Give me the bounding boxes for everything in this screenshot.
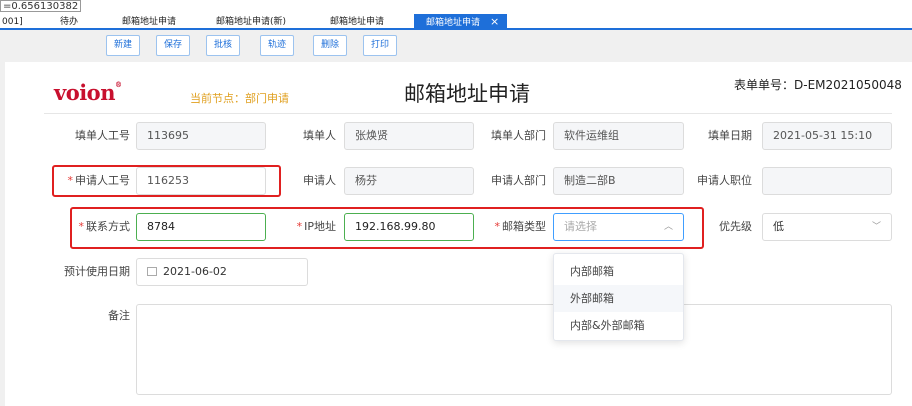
form-number: 表单单号：D-EM2021050048: [734, 78, 902, 92]
coordinate-readout: =0.656130382: [0, 0, 82, 12]
applicant-title-label: 申请人职位: [697, 174, 752, 187]
option-internal-external-mailbox[interactable]: 内部&外部邮箱: [554, 312, 683, 339]
toolbar: 新建 保存 批核 轨迹 删除 打印: [0, 32, 912, 60]
applicant-title-field: [762, 167, 892, 195]
chevron-down-icon: ﹀: [871, 222, 881, 232]
expected-date-input[interactable]: 2021-06-02: [136, 258, 308, 286]
filler-id-field: 113695: [136, 122, 266, 150]
page-title: 邮箱地址申请: [404, 82, 530, 106]
close-icon[interactable]: ×: [490, 15, 499, 28]
applicant-label: 申请人: [303, 174, 336, 187]
tab-mail-request-new[interactable]: 邮箱地址申请(新): [216, 14, 286, 30]
filler-field: 张焕贤: [344, 122, 474, 150]
chevron-up-icon: ︿: [663, 222, 673, 232]
option-internal-mailbox[interactable]: 内部邮箱: [554, 258, 683, 285]
applicant-field: 杨芬: [344, 167, 474, 195]
tab-mail-request-1[interactable]: 邮箱地址申请: [122, 14, 176, 30]
contact-label: * 联系方式: [78, 220, 131, 233]
filler-dept-label: 填单人部门: [491, 129, 546, 142]
applicant-id-input[interactable]: 116253: [136, 167, 266, 195]
fill-date-field: 2021-05-31 15:10: [762, 122, 892, 150]
mailbox-type-placeholder: 请选择: [564, 220, 597, 233]
filler-label: 填单人: [303, 129, 336, 142]
tab-label: 邮箱地址申请: [426, 18, 481, 28]
ip-input[interactable]: 192.168.99.80: [344, 213, 474, 241]
new-button[interactable]: 新建: [106, 35, 140, 56]
expected-date-value: 2021-06-02: [163, 265, 227, 278]
priority-value: 低: [773, 220, 784, 233]
remark-label: 备注: [108, 309, 130, 322]
expected-date-label: 预计使用日期: [64, 265, 130, 278]
fill-date-label: 填单日期: [708, 129, 752, 142]
mailbox-type-label: * 邮箱类型: [494, 220, 547, 233]
voion-logo: voion®: [54, 80, 122, 105]
calendar-icon: [147, 267, 157, 276]
filler-dept-field: 软件运维组: [553, 122, 684, 150]
tab-bar: =0.656130382 001] 待办 邮箱地址申请 邮箱地址申请(新) 邮箱…: [0, 0, 912, 30]
applicant-id-label: * 申请人工号: [67, 174, 131, 187]
approve-button[interactable]: 批核: [206, 35, 240, 56]
header-divider: [44, 113, 892, 114]
tab-todo[interactable]: 待办: [60, 14, 78, 30]
applicant-dept-field: 制造二部B: [553, 167, 684, 195]
save-button[interactable]: 保存: [156, 35, 190, 56]
print-button[interactable]: 打印: [363, 35, 397, 56]
filler-id-label: 填单人工号: [75, 129, 130, 142]
option-external-mailbox[interactable]: 外部邮箱: [554, 285, 683, 312]
delete-button[interactable]: 删除: [313, 35, 347, 56]
applicant-dept-label: 申请人部门: [491, 174, 546, 187]
tab-mail-request-active[interactable]: 邮箱地址申请 ×: [414, 14, 508, 30]
tab-partial[interactable]: 001]: [2, 14, 23, 30]
ip-label: * IP地址: [296, 220, 336, 233]
mailbox-type-select[interactable]: 请选择 ︿: [553, 213, 684, 241]
priority-select[interactable]: 低 ﹀: [762, 213, 892, 241]
contact-input[interactable]: 8784: [136, 213, 266, 241]
priority-label: 优先级: [719, 220, 752, 233]
track-button[interactable]: 轨迹: [260, 35, 294, 56]
current-node: 当前节点：部门申请: [190, 92, 289, 105]
mailbox-type-dropdown: 内部邮箱 外部邮箱 内部&外部邮箱: [553, 253, 684, 341]
remark-textarea[interactable]: [136, 304, 892, 395]
tab-mail-request-2[interactable]: 邮箱地址申请: [330, 14, 384, 30]
